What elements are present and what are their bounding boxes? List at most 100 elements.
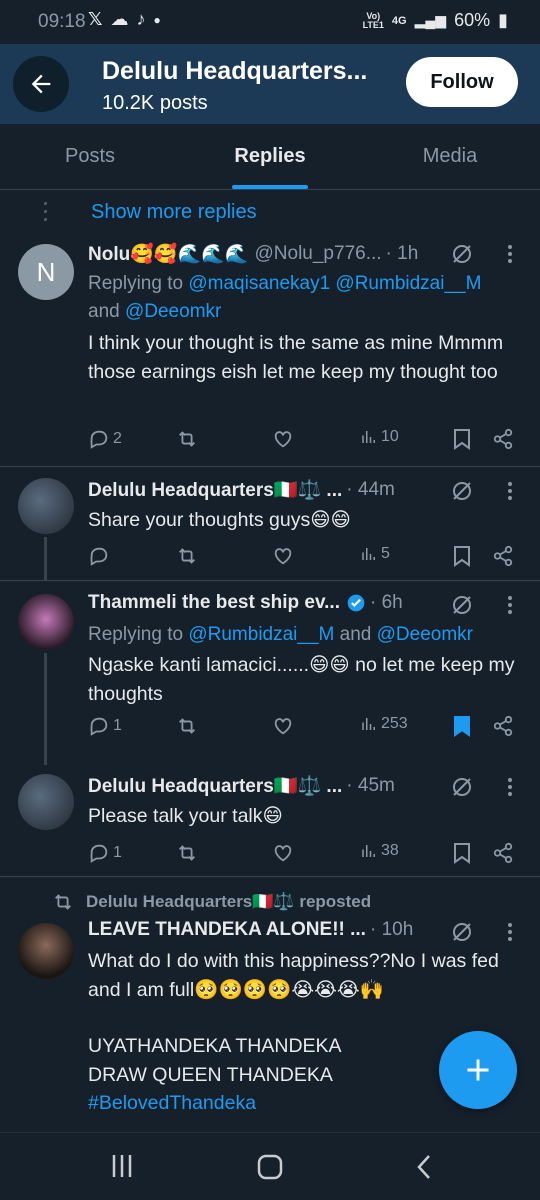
views-icon bbox=[362, 431, 375, 443]
display-name[interactable]: Thammeli the best ship ev... bbox=[88, 592, 340, 614]
avatar[interactable]: N bbox=[18, 244, 74, 300]
repost-icon bbox=[179, 548, 195, 564]
replying-to: Replying to @maqisanekay1 @Rumbidzai__M … bbox=[88, 273, 482, 322]
bookmark-button[interactable] bbox=[452, 428, 472, 450]
status-left-icons: 𝕏 ☁ ♪ ● bbox=[88, 9, 161, 30]
timestamp: · 45m bbox=[346, 775, 395, 796]
tweet-text: Share your thoughts guys😄😄 bbox=[88, 509, 351, 531]
reply-button[interactable]: 1 bbox=[88, 842, 122, 864]
like-button[interactable] bbox=[272, 842, 294, 864]
mention-link[interactable]: @Deeomkr bbox=[377, 624, 473, 645]
reply-button[interactable]: 1 bbox=[88, 715, 122, 737]
share-icon bbox=[493, 428, 513, 450]
timestamp: · 6h bbox=[370, 592, 403, 613]
tweet-header: Nolu🥰🥰🌊🌊🌊 @Nolu_p776... · 1h bbox=[88, 242, 418, 266]
divider bbox=[0, 580, 540, 581]
repost-button[interactable] bbox=[176, 842, 198, 864]
grok-icon[interactable] bbox=[450, 479, 474, 503]
mention-link[interactable]: @maqisanekay1 @Rumbidzai__M bbox=[188, 273, 481, 294]
bookmark-button[interactable] bbox=[452, 842, 472, 864]
thread-line bbox=[44, 653, 47, 765]
bookmark-button[interactable] bbox=[452, 715, 472, 737]
tab-posts[interactable]: Posts bbox=[0, 124, 180, 189]
net-type: 4G bbox=[391, 14, 407, 27]
reply-icon bbox=[90, 717, 108, 736]
signal-icon: ▂▄▆ bbox=[414, 12, 447, 28]
like-icon bbox=[274, 431, 292, 448]
grok-icon[interactable] bbox=[450, 920, 474, 944]
views-button[interactable]: 253 bbox=[360, 715, 408, 733]
show-more-replies-link[interactable]: Show more replies bbox=[91, 201, 257, 224]
like-button[interactable] bbox=[272, 715, 294, 737]
mention-link[interactable]: @Rumbidzai__M bbox=[188, 624, 334, 645]
thread-line bbox=[44, 537, 47, 581]
avatar[interactable] bbox=[18, 774, 74, 830]
share-button[interactable] bbox=[492, 842, 514, 864]
tab-media[interactable]: Media bbox=[360, 124, 540, 189]
like-icon bbox=[274, 548, 292, 565]
status-bar: 09:18 𝕏 ☁ ♪ ● Vo) LTE1 4G ▂▄▆ 60% ▮ bbox=[0, 0, 540, 44]
grok-icon[interactable] bbox=[450, 775, 474, 799]
display-name[interactable]: Nolu🥰🥰🌊🌊🌊 bbox=[88, 242, 249, 266]
profile-tabs: Posts Replies Media bbox=[0, 124, 540, 190]
thread-dot bbox=[44, 218, 47, 221]
share-button[interactable] bbox=[492, 715, 514, 737]
views-button[interactable]: 5 bbox=[360, 545, 390, 563]
repost-button[interactable] bbox=[176, 715, 198, 737]
bookmark-filled-icon bbox=[454, 716, 470, 737]
tab-replies[interactable]: Replies bbox=[180, 124, 360, 189]
repost-button[interactable] bbox=[176, 428, 198, 450]
back-arrow-icon bbox=[31, 74, 51, 94]
thread-dot bbox=[44, 210, 47, 213]
display-name[interactable]: Delulu Headquarters🇮🇹⚖️ ... bbox=[88, 774, 342, 798]
bookmark-button[interactable] bbox=[452, 545, 472, 567]
reply-button[interactable]: 2 bbox=[88, 428, 122, 450]
more-icon[interactable] bbox=[506, 777, 514, 797]
display-name[interactable]: LEAVE THANDEKA ALONE!! ... bbox=[88, 919, 366, 941]
more-icon[interactable] bbox=[506, 595, 514, 615]
dot-icon: ● bbox=[153, 12, 161, 27]
back-button[interactable] bbox=[13, 56, 69, 112]
back-icon[interactable] bbox=[414, 1153, 434, 1181]
share-button[interactable] bbox=[492, 545, 514, 567]
recents-icon[interactable] bbox=[110, 1153, 134, 1179]
follow-button[interactable]: Follow bbox=[406, 57, 518, 107]
more-icon[interactable] bbox=[506, 922, 514, 942]
tweet-actions: 1 38 bbox=[88, 842, 518, 866]
like-button[interactable] bbox=[272, 428, 294, 450]
system-nav-bar bbox=[0, 1132, 540, 1200]
network-label: Vo) LTE1 bbox=[362, 10, 384, 30]
more-icon[interactable] bbox=[506, 244, 514, 264]
repost-indicator: Delulu Headquarters🇮🇹⚖️ reposted bbox=[52, 891, 371, 913]
compose-button[interactable] bbox=[439, 1031, 517, 1109]
avatar[interactable] bbox=[18, 594, 74, 650]
repost-button[interactable] bbox=[176, 545, 198, 567]
replying-to: Replying to @Rumbidzai__M and @Deeomkr bbox=[88, 624, 473, 645]
home-icon[interactable] bbox=[256, 1153, 284, 1181]
timestamp: · 1h bbox=[385, 243, 419, 264]
status-right: Vo) LTE1 4G ▂▄▆ 60% ▮ bbox=[363, 10, 508, 31]
avatar[interactable] bbox=[18, 478, 74, 534]
tweet-header: Delulu Headquarters🇮🇹⚖️ ... · 44m bbox=[88, 478, 395, 502]
grok-icon[interactable] bbox=[450, 593, 474, 617]
battery-percent: 60% bbox=[454, 10, 491, 30]
share-icon bbox=[493, 715, 513, 737]
battery-icon: ▮ bbox=[498, 10, 508, 30]
bookmark-icon bbox=[454, 546, 470, 567]
divider bbox=[0, 876, 540, 877]
handle: @Nolu_p776... bbox=[254, 243, 382, 264]
reply-button[interactable] bbox=[88, 545, 110, 567]
more-icon[interactable] bbox=[506, 481, 514, 501]
avatar[interactable] bbox=[18, 923, 74, 979]
like-button[interactable] bbox=[272, 545, 294, 567]
share-button[interactable] bbox=[492, 428, 514, 450]
repost-icon bbox=[55, 894, 71, 910]
share-icon bbox=[493, 842, 513, 864]
display-name[interactable]: Delulu Headquarters🇮🇹⚖️ ... bbox=[88, 478, 342, 502]
views-button[interactable]: 10 bbox=[360, 428, 399, 446]
tweet-text: What do I do with this happiness??No I w… bbox=[88, 950, 499, 1001]
mention-link[interactable]: @Deeomkr bbox=[125, 301, 221, 322]
page-title: Delulu Headquarters... bbox=[102, 57, 368, 85]
grok-icon[interactable] bbox=[450, 242, 474, 266]
views-button[interactable]: 38 bbox=[360, 842, 399, 860]
